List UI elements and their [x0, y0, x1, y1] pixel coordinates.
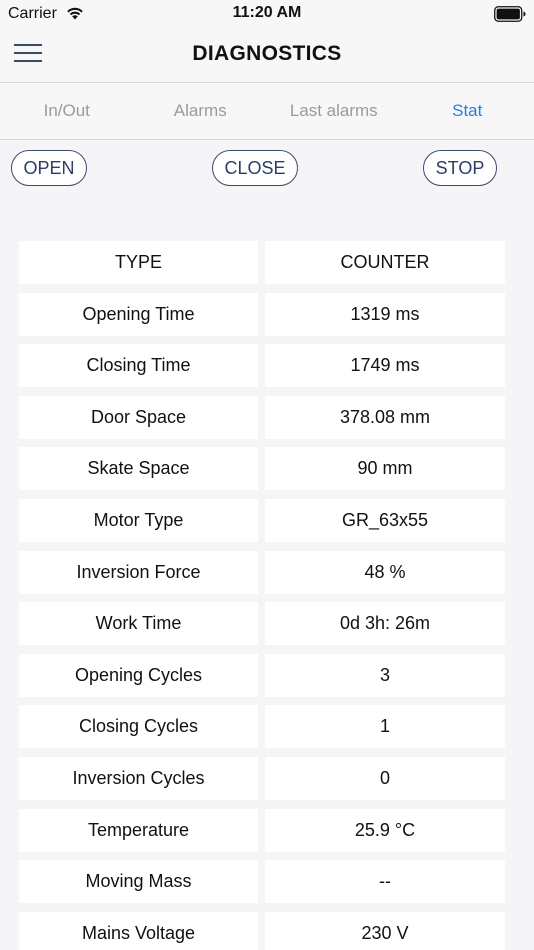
table-row: Opening Time 1319 ms: [19, 292, 505, 336]
tab-in-out[interactable]: In/Out: [0, 83, 134, 139]
table-row: Motor Type GR_63x55: [19, 498, 505, 542]
stop-button[interactable]: STOP: [423, 150, 497, 186]
table-row: Door Space 378.08 mm: [19, 395, 505, 439]
tab-stat[interactable]: Stat: [401, 83, 534, 139]
row-counter-value: 25.9 °C: [265, 808, 505, 852]
row-type-label: Closing Time: [19, 344, 258, 388]
table-header-row: TYPE COUNTER: [19, 241, 505, 284]
row-counter-value: 1: [265, 705, 505, 749]
tab-alarms[interactable]: Alarms: [134, 83, 268, 139]
row-counter-value: 1749 ms: [265, 344, 505, 388]
table-row: Inversion Cycles 0: [19, 756, 505, 800]
row-type-label: Work Time: [19, 602, 258, 646]
table-row: Opening Cycles 3: [19, 653, 505, 697]
close-button[interactable]: CLOSE: [212, 150, 298, 186]
row-type-label: Inversion Cycles: [19, 756, 258, 800]
open-button[interactable]: OPEN: [11, 150, 87, 186]
column-header-type: TYPE: [19, 241, 258, 284]
row-type-label: Opening Time: [19, 292, 258, 336]
table-row: Inversion Force 48 %: [19, 550, 505, 594]
row-counter-value: 0: [265, 756, 505, 800]
row-type-label: Mains Voltage: [19, 911, 258, 950]
row-type-label: Moving Mass: [19, 860, 258, 904]
table-row: Temperature 25.9 °C: [19, 808, 505, 852]
row-type-label: Door Space: [19, 395, 258, 439]
row-type-label: Motor Type: [19, 498, 258, 542]
row-counter-value: 0d 3h: 26m: [265, 602, 505, 646]
nav-bar: DIAGNOSTICS: [0, 28, 534, 83]
row-counter-value: 1319 ms: [265, 292, 505, 336]
row-type-label: Opening Cycles: [19, 653, 258, 697]
table-row: Closing Cycles 1: [19, 705, 505, 749]
battery-icon: [494, 6, 526, 22]
row-type-label: Temperature: [19, 808, 258, 852]
table-row: Closing Time 1749 ms: [19, 344, 505, 388]
diagnostics-screen: Carrier 11:20 AM DIAGNOSTICS In/Out Alar…: [0, 0, 534, 950]
row-counter-value: 378.08 mm: [265, 395, 505, 439]
table-row: Mains Voltage 230 V: [19, 911, 505, 950]
row-counter-value: 230 V: [265, 911, 505, 950]
row-type-label: Closing Cycles: [19, 705, 258, 749]
tab-bar: In/Out Alarms Last alarms Stat: [0, 83, 534, 140]
row-counter-value: --: [265, 860, 505, 904]
row-counter-value: 90 mm: [265, 447, 505, 491]
row-counter-value: 3: [265, 653, 505, 697]
table-row: Skate Space 90 mm: [19, 447, 505, 491]
status-time: 11:20 AM: [232, 4, 302, 21]
row-type-label: Skate Space: [19, 447, 258, 491]
table-row: Moving Mass --: [19, 860, 505, 904]
status-bar: Carrier 11:20 AM: [0, 0, 534, 28]
column-header-counter: COUNTER: [265, 241, 505, 284]
table-row: Work Time 0d 3h: 26m: [19, 602, 505, 646]
row-counter-value: GR_63x55: [265, 498, 505, 542]
tab-last-alarms[interactable]: Last alarms: [267, 83, 401, 139]
page-title: DIAGNOSTICS: [192, 42, 342, 65]
stats-table: TYPE COUNTER Opening Time 1319 ms Closin…: [19, 241, 505, 950]
row-counter-value: 48 %: [265, 550, 505, 594]
row-type-label: Inversion Force: [19, 550, 258, 594]
